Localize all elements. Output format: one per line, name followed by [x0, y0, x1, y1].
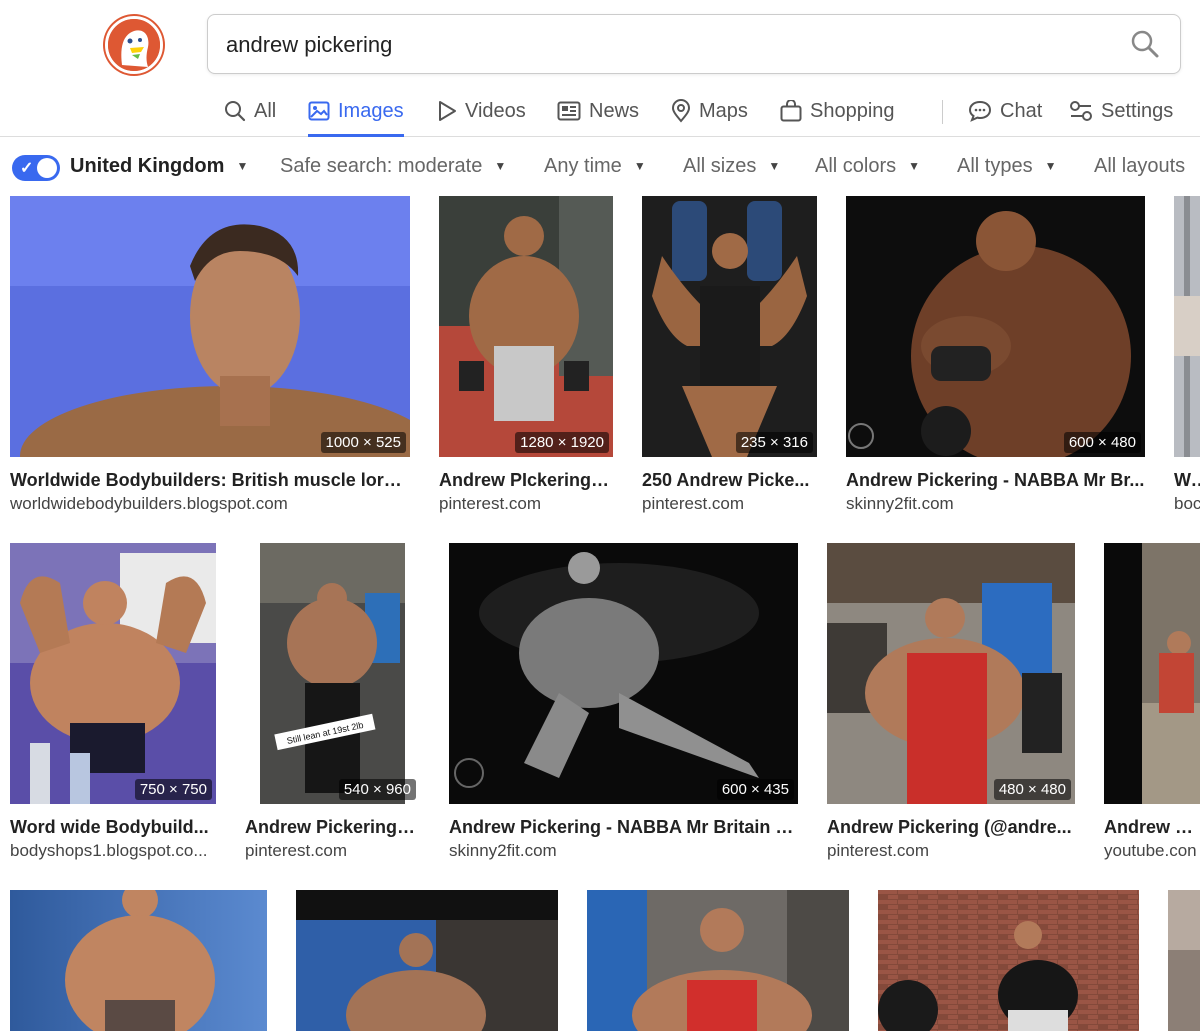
image-dimensions: 750 × 750	[134, 779, 212, 800]
tab-label: Images	[338, 99, 404, 122]
tab-news[interactable]: News	[557, 86, 639, 136]
result-source[interactable]: skinny2fit.com	[449, 841, 798, 861]
image-dimensions: 1280 × 1920	[515, 432, 609, 453]
tab-label: Videos	[465, 99, 526, 122]
result-source[interactable]: pinterest.com	[827, 841, 1075, 861]
filter-label: All sizes	[683, 154, 757, 177]
result-thumbnail[interactable]	[587, 890, 849, 1031]
tab-maps[interactable]: Maps	[671, 86, 748, 136]
play-icon	[437, 100, 457, 122]
result-thumbnail[interactable]: 1000 × 525	[10, 196, 410, 457]
image-dimensions: 600 × 435	[716, 779, 794, 800]
tab-all[interactable]: All	[224, 86, 276, 136]
result-title[interactable]: Andrew Pickering - NABBA Mr Britain - ..…	[449, 817, 798, 838]
result-thumbnail[interactable]: 480 × 480	[827, 543, 1075, 804]
tab-label: Shopping	[810, 99, 895, 122]
filter-label: All colors	[815, 154, 897, 177]
safe-search-filter[interactable]: Safe search: moderate ▼	[280, 140, 506, 192]
search-icon	[224, 100, 246, 122]
tab-label: Maps	[699, 99, 748, 122]
result-source[interactable]: bodyshops1.blogspot.co...	[10, 841, 216, 861]
result-thumbnail[interactable]	[1104, 543, 1200, 804]
result-thumbnail[interactable]: 600 × 435	[449, 543, 798, 804]
map-pin-icon	[671, 99, 691, 123]
result-source[interactable]: pinterest.com	[642, 494, 817, 514]
caret-down-icon: ▼	[494, 159, 507, 173]
tab-shopping[interactable]: Shopping	[780, 86, 895, 136]
result-title[interactable]: Andrew Pickering (@andre...	[827, 817, 1075, 838]
image-dimensions: 480 × 480	[993, 779, 1071, 800]
tab-label: Chat	[1000, 99, 1043, 122]
filter-bar: United Kingdom ▼ Safe search: moderate ▼…	[0, 140, 1200, 192]
result-source[interactable]: skinny2fit.com	[846, 494, 1145, 514]
result-thumbnail[interactable]	[878, 890, 1139, 1031]
tab-label: News	[589, 99, 640, 122]
result-thumbnail[interactable]	[296, 890, 558, 1031]
result-thumbnail[interactable]	[1168, 890, 1200, 1031]
caret-down-icon: ▼	[236, 159, 249, 173]
result-title[interactable]: Wo	[1174, 470, 1200, 491]
result-source[interactable]: worldwidebodybuilders.blogspot.com	[10, 494, 410, 514]
tab-images[interactable]: Images	[308, 86, 404, 137]
result-thumbnail[interactable]: 600 × 480	[846, 196, 1145, 457]
result-thumbnail[interactable]	[1174, 196, 1200, 457]
newspaper-icon	[557, 100, 581, 122]
search-input[interactable]	[224, 15, 1108, 75]
image-dimensions: 235 × 316	[735, 432, 813, 453]
search-tabs: All Images Videos News Maps Shopping Cha…	[0, 86, 1200, 137]
caret-down-icon: ▼	[1044, 159, 1057, 173]
caret-down-icon: ▼	[633, 159, 646, 173]
filter-label: Any time	[544, 154, 622, 177]
tab-settings[interactable]: Settings	[1069, 86, 1173, 136]
tab-divider	[942, 100, 943, 124]
result-title[interactable]: Andrew Pickering |...	[245, 817, 420, 838]
search-icon[interactable]	[1130, 29, 1160, 64]
duckduckgo-logo[interactable]	[105, 16, 163, 74]
result-title[interactable]: Andrew Pickering - NABBA Mr Br...	[846, 470, 1145, 491]
result-source[interactable]: youtube.con	[1104, 841, 1200, 861]
result-source[interactable]: boc	[1174, 494, 1200, 514]
result-thumbnail[interactable]: 1280 × 1920	[439, 196, 613, 457]
time-filter[interactable]: Any time ▼	[544, 140, 646, 192]
result-title[interactable]: Worldwide Bodybuilders: British muscle l…	[10, 470, 410, 491]
caret-down-icon: ▼	[768, 159, 781, 173]
region-filter[interactable]: United Kingdom ▼	[70, 140, 248, 192]
image-icon	[308, 100, 330, 122]
result-thumbnail[interactable]: Still lean at 19st 2lb 540 × 960	[245, 543, 420, 804]
size-filter[interactable]: All sizes ▼	[683, 140, 780, 192]
tab-chat[interactable]: Chat	[968, 86, 1042, 136]
filter-label: Safe search: moderate	[280, 154, 483, 177]
type-filter[interactable]: All types ▼	[957, 140, 1056, 192]
settings-sliders-icon	[1069, 100, 1093, 122]
layout-filter: All layouts	[1094, 140, 1185, 192]
search-bar	[207, 14, 1181, 75]
filter-label: All types	[957, 154, 1033, 177]
caret-down-icon: ▼	[908, 159, 921, 173]
result-source[interactable]: pinterest.com	[439, 494, 613, 514]
result-title[interactable]: Andrew PIckering |...	[439, 470, 613, 491]
result-source[interactable]: pinterest.com	[245, 841, 420, 861]
result-title[interactable]: Andrew Pic	[1104, 817, 1200, 838]
image-dimensions: 1000 × 525	[320, 432, 406, 453]
image-dimensions: 540 × 960	[338, 779, 416, 800]
tab-label: Settings	[1101, 99, 1174, 122]
tab-label: All	[254, 99, 277, 122]
chat-bubble-icon	[968, 100, 992, 122]
tab-videos[interactable]: Videos	[437, 86, 526, 136]
result-thumbnail[interactable]: 235 × 316	[642, 196, 817, 457]
result-thumbnail[interactable]: 750 × 750	[10, 543, 216, 804]
region-label: United Kingdom	[70, 154, 225, 177]
filter-label: All layouts	[1094, 154, 1186, 177]
result-title[interactable]: 250 Andrew Picke...	[642, 470, 817, 491]
image-dimensions: 600 × 480	[1063, 432, 1141, 453]
shopping-bag-icon	[780, 100, 802, 122]
result-title[interactable]: Word wide Bodybuild...	[10, 817, 216, 838]
result-thumbnail[interactable]	[10, 890, 267, 1031]
color-filter[interactable]: All colors ▼	[815, 140, 920, 192]
